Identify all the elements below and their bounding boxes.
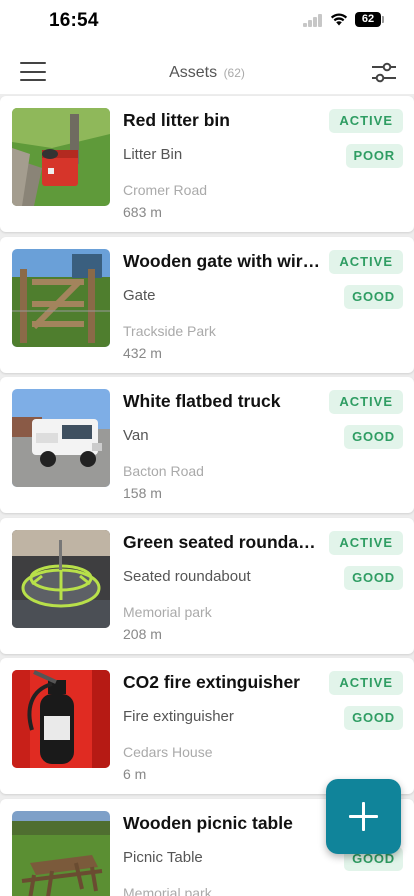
asset-list[interactable]: Red litter bin Litter Bin Cromer Road 68… [0, 94, 414, 896]
asset-type: Seated roundabout [123, 568, 251, 585]
condition-badge: GOOD [344, 425, 403, 449]
condition-badge: POOR [345, 144, 403, 168]
wifi-icon [330, 13, 348, 26]
status-time: 16:54 [49, 10, 99, 31]
asset-location: Trackside Park [123, 323, 216, 339]
asset-photo [12, 530, 110, 628]
sliders-filter-icon[interactable] [371, 62, 397, 84]
asset-photo [12, 108, 110, 206]
asset-distance: 432 m [123, 345, 162, 361]
status-badge: ACTIVE [329, 390, 403, 414]
asset-title: CO2 fire extinguisher [123, 672, 300, 692]
asset-distance: 683 m [123, 204, 162, 220]
asset-title: Green seated roundabout [123, 532, 321, 552]
asset-photo [12, 811, 110, 896]
page-title: Assets (62) [0, 64, 414, 82]
add-asset-button[interactable] [326, 779, 401, 854]
asset-type: Picnic Table [123, 849, 203, 866]
asset-distance: 158 m [123, 485, 162, 501]
asset-type: Gate [123, 287, 156, 304]
battery-tip [382, 16, 384, 23]
asset-count: (62) [223, 66, 245, 80]
status-badge: ACTIVE [329, 109, 403, 133]
asset-title: Red litter bin [123, 110, 230, 130]
asset-location: Bacton Road [123, 463, 204, 479]
asset-location: Cromer Road [123, 182, 208, 198]
asset-type: Fire extinguisher [123, 708, 234, 725]
asset-title: Wooden gate with wire fence [123, 251, 321, 271]
asset-photo [12, 249, 110, 347]
asset-location: Memorial park [123, 604, 212, 620]
page-title-text: Assets [169, 64, 218, 81]
asset-type: Van [123, 427, 149, 444]
asset-card[interactable]: Green seated roundabout Seated roundabou… [0, 518, 414, 654]
asset-location: Cedars House [123, 744, 213, 760]
status-bar: 16:54 62 [0, 0, 414, 44]
condition-badge: GOOD [344, 566, 403, 590]
asset-location: Memorial park [123, 885, 212, 896]
status-badge: ACTIVE [329, 250, 403, 274]
asset-card[interactable]: CO2 fire extinguisher Fire extinguisher … [0, 658, 414, 794]
status-badge: ACTIVE [329, 531, 403, 555]
condition-badge: GOOD [344, 285, 403, 309]
cellular-signal-icon [303, 14, 323, 27]
asset-photo [12, 389, 110, 487]
asset-distance: 208 m [123, 626, 162, 642]
asset-title: White flatbed truck [123, 391, 281, 411]
battery-icon: 62 [355, 12, 381, 27]
asset-card[interactable]: White flatbed truck Van Bacton Road 158 … [0, 377, 414, 513]
asset-photo [12, 670, 110, 768]
asset-title: Wooden picnic table [123, 813, 293, 833]
asset-card[interactable]: Wooden gate with wire fence Gate Tracksi… [0, 237, 414, 373]
app-header: Assets (62) [0, 44, 414, 96]
asset-type: Litter Bin [123, 146, 183, 163]
condition-badge: GOOD [344, 706, 403, 730]
status-badge: ACTIVE [329, 671, 403, 695]
asset-card[interactable]: Red litter bin Litter Bin Cromer Road 68… [0, 96, 414, 232]
asset-distance: 6 m [123, 766, 147, 782]
